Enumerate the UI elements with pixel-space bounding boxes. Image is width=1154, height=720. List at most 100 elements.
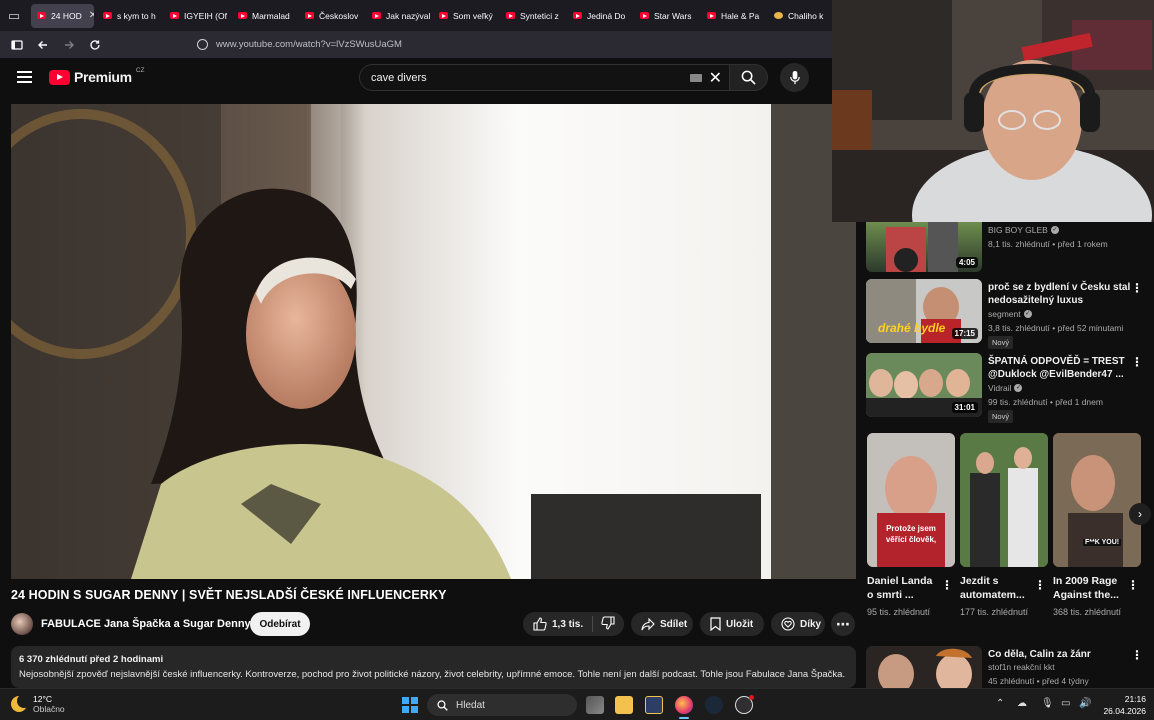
active-app-indicator — [679, 717, 689, 719]
notification-dot — [749, 695, 754, 700]
close-tab-icon[interactable]: ✕ — [89, 10, 94, 21]
short-thumbnail[interactable] — [960, 433, 1048, 567]
browser-tab[interactable]: IGYEIH (Of — [164, 4, 229, 28]
video-title[interactable]: proč se z bydlení v Česku stal nedosažit… — [988, 281, 1134, 307]
new-badge: Nový — [988, 410, 1014, 423]
search-icon — [437, 699, 448, 711]
more-options-icon[interactable]: ⋮ — [1034, 578, 1046, 592]
short-title[interactable]: Jezdit s automatem... — [960, 574, 1034, 602]
video-frame — [11, 104, 856, 579]
like-count[interactable]: 1,3 tis. — [552, 619, 583, 630]
more-options-icon[interactable]: ⋮ — [1131, 281, 1143, 295]
browser-tab[interactable]: Syntetici z — [500, 4, 564, 28]
search-icon — [741, 70, 756, 85]
tab-list-icon[interactable]: ▭ — [0, 0, 28, 31]
app-icon[interactable] — [645, 696, 663, 714]
share-button[interactable]: Sdílet — [631, 612, 693, 636]
search-input[interactable]: cave divers ✕ — [359, 64, 730, 91]
browser-tab[interactable]: Hale & Pa — [701, 4, 765, 28]
channel-avatar[interactable] — [11, 613, 33, 635]
more-options-icon[interactable]: ⋮ — [1131, 648, 1143, 662]
back-icon[interactable] — [31, 33, 55, 57]
browser-tab[interactable]: Star Wars — [634, 4, 698, 28]
browser-tab[interactable]: Marmalad — [232, 4, 296, 28]
network-icon[interactable]: ▭ — [1061, 698, 1070, 709]
verified-icon: ✓ — [1050, 226, 1059, 234]
sidebar-video[interactable]: Co děla, Calin za žánr ⋮ stof1n reakční … — [866, 646, 1154, 688]
video-thumbnail[interactable]: 4:05 — [866, 222, 982, 272]
thumbs-down-icon — [601, 615, 615, 630]
dislike-button[interactable] — [601, 615, 615, 633]
site-info-icon[interactable] — [197, 39, 208, 50]
sidebar-video[interactable]: drahé bydle 17:15 proč se z bydlení v Če… — [866, 279, 1154, 349]
url-bar[interactable]: www.youtube.com/watch?v=lVzSWusUaGM — [197, 34, 817, 56]
browser-tab[interactable]: Chaliho k — [768, 4, 828, 28]
windows-start-icon[interactable] — [402, 697, 418, 713]
microphone-tray-icon[interactable]: 🎙 — [1041, 698, 1054, 709]
short-thumbnail[interactable]: Protože jsem věřící člověk, — [867, 433, 955, 567]
save-button[interactable]: Uložit — [700, 612, 764, 636]
firefox-icon[interactable] — [675, 696, 693, 714]
video-title: 24 HODIN S SUGAR DENNY | SVĚT NEJSLADŠÍ … — [11, 588, 447, 602]
voice-search-button[interactable] — [780, 63, 809, 92]
sidebar-video[interactable]: 4:05 BIG BOY GLEB ✓ 8,1 tis. zhlédnutí • … — [866, 222, 1154, 272]
sidebar-video[interactable]: 31:01 ŠPATNÁ ODPOVĚĎ = TREST @Duklock @E… — [866, 353, 1154, 423]
search-button[interactable] — [730, 64, 768, 91]
browser-tab[interactable]: Jediná Do — [567, 4, 631, 28]
youtube-logo[interactable]: Premium CZ — [49, 67, 144, 85]
video-title[interactable]: Co děla, Calin za žánr — [988, 648, 1134, 661]
forward-icon[interactable] — [57, 33, 81, 57]
subscribe-button[interactable]: Odebírat — [250, 612, 310, 636]
clear-search-icon[interactable]: ✕ — [709, 68, 722, 88]
video-player[interactable] — [11, 104, 856, 579]
file-explorer-icon[interactable] — [615, 696, 633, 714]
volume-icon[interactable]: 🔊 — [1079, 698, 1091, 709]
video-thumbnail[interactable]: 31:01 — [866, 353, 982, 417]
video-meta: 45 zhlédnutí • před 4 týdny — [988, 676, 1089, 686]
more-options-icon[interactable]: ⋮ — [1131, 355, 1143, 369]
short-thumbnail[interactable]: F**K YOU! — [1053, 433, 1141, 567]
weather-widget[interactable]: 12°C Oblačno — [11, 694, 65, 714]
sidebar-toggle-icon[interactable] — [5, 33, 29, 57]
taskbar-search[interactable]: Hledat — [427, 694, 577, 716]
keyboard-icon[interactable] — [690, 74, 702, 82]
short-image — [960, 433, 1048, 567]
video-thumbnail[interactable]: drahé bydle 17:15 — [866, 279, 982, 343]
shorts-next-button[interactable]: › — [1129, 503, 1151, 525]
more-actions-button[interactable]: ⋯ — [831, 612, 855, 636]
browser-tab[interactable]: Som veľký — [433, 4, 497, 28]
verified-icon: ✓ — [1014, 384, 1023, 392]
short-title[interactable]: Daniel Landa o smrti ... — [867, 574, 941, 602]
channel-name[interactable]: BIG BOY GLEB ✓ — [988, 225, 1059, 235]
more-options-icon[interactable]: ⋮ — [941, 578, 953, 592]
channel-name[interactable]: Vidrail ✓ — [988, 383, 1023, 393]
onedrive-icon[interactable]: ☁ — [1017, 698, 1027, 709]
like-button[interactable] — [533, 617, 547, 631]
description-box[interactable]: 6 370 zhlédnutí před 2 hodinami Nejosobn… — [11, 646, 856, 688]
task-view-icon[interactable] — [586, 696, 604, 714]
browser-tab[interactable]: s kym to h — [97, 4, 161, 28]
system-clock[interactable]: 21:16 26.04.2026 — [1102, 693, 1146, 717]
channel-name[interactable]: segment ✓ — [988, 309, 1032, 319]
short-title[interactable]: In 2009 Rage Against the... — [1053, 574, 1127, 602]
video-duration: 4:05 — [955, 257, 978, 268]
browser-tab[interactable]: 24 HOD ✕ — [31, 3, 94, 28]
reload-icon[interactable] — [83, 33, 107, 57]
more-options-icon[interactable]: ⋮ — [1127, 578, 1139, 592]
video-title[interactable]: ŠPATNÁ ODPOVĚĎ = TREST @Duklock @EvilBen… — [988, 355, 1134, 381]
webcam-frame — [832, 0, 1154, 222]
youtube-icon — [372, 12, 381, 19]
youtube-play-icon — [49, 69, 70, 85]
video-thumbnail[interactable] — [866, 646, 982, 688]
channel-name[interactable]: FABULACE Jana Špačka a Sugar Denny — [41, 618, 251, 630]
steam-icon[interactable] — [705, 696, 723, 714]
microphone-icon — [789, 70, 800, 85]
new-badge: Nový — [988, 336, 1014, 349]
channel-name[interactable]: stof1n reakční kkt — [988, 662, 1055, 672]
thanks-button[interactable]: Díky — [771, 612, 825, 636]
browser-tab[interactable]: Jak nazýval — [366, 4, 430, 28]
menu-icon[interactable] — [17, 71, 32, 83]
show-hidden-icons-icon[interactable]: ⌃ — [996, 698, 1004, 709]
browser-tab[interactable]: Českoslov — [299, 4, 363, 28]
youtube-icon — [103, 12, 112, 19]
